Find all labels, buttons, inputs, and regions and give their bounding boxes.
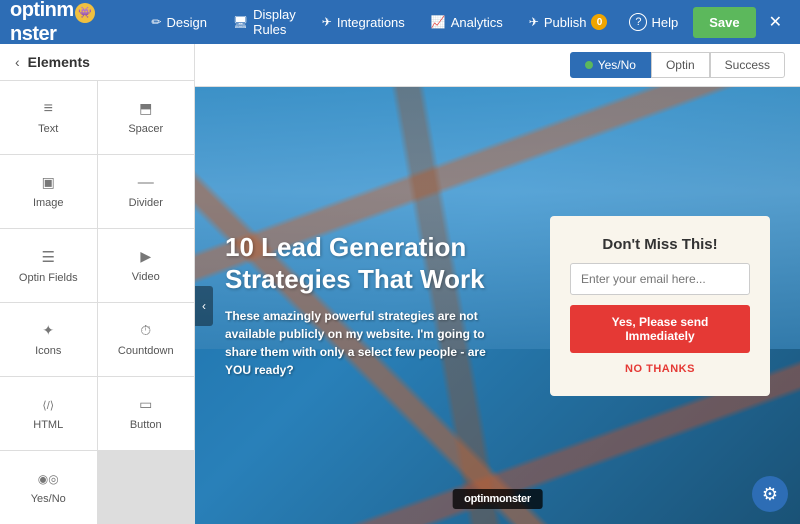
optin-submit-button[interactable]: Yes, Please send Immediately	[570, 305, 750, 353]
sidebar-header: ‹ Elements	[0, 44, 194, 81]
tab-yes-no-label: Yes/No	[598, 58, 636, 72]
nav-display-rules[interactable]: 🖥 Display Rules	[221, 1, 308, 43]
image-label: Image	[33, 197, 64, 209]
element-icons[interactable]: Icons	[0, 303, 97, 376]
text-label: Text	[38, 123, 58, 135]
tab-success[interactable]: Success	[710, 52, 785, 78]
logo-text: optinm👾nster	[10, 0, 129, 46]
element-yes-no[interactable]: Yes/No	[0, 451, 97, 524]
element-countdown[interactable]: Countdown	[98, 303, 195, 376]
tab-success-label: Success	[725, 58, 770, 72]
help-wheel-button[interactable]: ⚙	[752, 476, 788, 512]
help-button[interactable]: ? Help	[619, 7, 688, 37]
publish-icon: ✈	[529, 15, 539, 29]
spacer-label: Spacer	[128, 123, 163, 135]
element-optin-fields[interactable]: Optin Fields	[0, 229, 97, 302]
nav-items: ✏ Design 🖥 Display Rules ✈ Integrations …	[139, 1, 619, 43]
tab-yes-no[interactable]: Yes/No	[570, 52, 651, 78]
nav-display-rules-label: Display Rules	[253, 7, 296, 37]
optin-no-thanks[interactable]: NO THANKS	[625, 363, 695, 375]
element-html[interactable]: HTML	[0, 377, 97, 450]
main-layout: ‹ Elements Text Spacer Image Divider	[0, 44, 800, 524]
steering-wheel-icon: ⚙	[762, 484, 778, 505]
analytics-icon: 📈	[431, 15, 446, 29]
close-button[interactable]: ✕	[761, 6, 790, 38]
nav-integrations-label: Integrations	[337, 15, 405, 30]
optin-box: Don't Miss This! Yes, Please send Immedi…	[550, 216, 770, 396]
countdown-icon	[140, 322, 151, 340]
element-button[interactable]: Button	[98, 377, 195, 450]
tab-active-indicator	[585, 61, 593, 69]
divider-label: Divider	[129, 197, 163, 209]
nav-integrations[interactable]: ✈ Integrations	[310, 9, 417, 36]
nav-design[interactable]: ✏ Design	[139, 9, 219, 36]
optin-email-input[interactable]	[570, 263, 750, 295]
nav-analytics-label: Analytics	[451, 15, 503, 30]
element-video[interactable]: Video	[98, 229, 195, 302]
sidebar-title: Elements	[28, 54, 90, 70]
logo-icon: 👾	[75, 3, 95, 23]
optin-title: Don't Miss This!	[602, 236, 717, 253]
help-label: Help	[651, 15, 678, 30]
html-icon	[42, 396, 54, 414]
icons-label: Icons	[35, 345, 61, 357]
nav-analytics[interactable]: 📈 Analytics	[419, 9, 515, 36]
canvas-tabs: Yes/No Optin Success	[195, 44, 800, 87]
yes-no-icon	[38, 470, 59, 488]
canvas-inner: 10 Lead Generation Strategies That Work …	[195, 87, 800, 524]
canvas-headline: 10 Lead Generation Strategies That Work	[225, 232, 530, 294]
canvas-subtext: These amazingly powerful strategies are …	[225, 307, 505, 379]
spacer-icon	[139, 100, 152, 118]
element-divider[interactable]: Divider	[98, 155, 195, 228]
html-label: HTML	[33, 419, 63, 431]
top-navigation: optinm👾nster ✏ Design 🖥 Display Rules ✈ …	[0, 0, 800, 44]
tab-optin-label: Optin	[666, 58, 695, 72]
logo: optinm👾nster	[10, 0, 129, 46]
countdown-label: Countdown	[118, 345, 174, 357]
canvas-area: Yes/No Optin Success ‹ 10 Lead Generatio…	[195, 44, 800, 524]
display-rules-icon: 🖥	[233, 15, 248, 29]
canvas-bottom-logo: optinmonster	[452, 489, 543, 509]
button-label: Button	[130, 419, 162, 431]
video-label: Video	[132, 271, 160, 283]
save-button[interactable]: Save	[693, 7, 755, 38]
element-image[interactable]: Image	[0, 155, 97, 228]
bottom-logo-text: optinmonster	[464, 493, 531, 505]
publish-label: Publish	[544, 15, 587, 30]
nav-design-label: Design	[166, 15, 206, 30]
nav-publish[interactable]: ✈ Publish 0	[517, 8, 620, 36]
publish-badge: 0	[591, 14, 607, 30]
integrations-icon: ✈	[322, 15, 332, 29]
icons-icon	[42, 322, 54, 340]
element-text[interactable]: Text	[0, 81, 97, 154]
sidebar-back-button[interactable]: ‹	[15, 54, 20, 70]
design-icon: ✏	[151, 15, 161, 29]
nav-right: ? Help Save ✕	[619, 6, 790, 38]
help-question-icon: ?	[629, 13, 647, 31]
button-icon	[139, 396, 152, 414]
optin-fields-label: Optin Fields	[19, 272, 78, 284]
tab-optin[interactable]: Optin	[651, 52, 710, 78]
optin-fields-icon	[42, 248, 55, 267]
divider-icon	[138, 174, 154, 192]
element-spacer[interactable]: Spacer	[98, 81, 195, 154]
canvas-content: ‹ 10 Lead Generation Strategies That Wor…	[195, 87, 800, 524]
elements-grid: Text Spacer Image Divider Optin Fields V…	[0, 81, 194, 524]
text-icon	[44, 100, 53, 118]
canvas-left: 10 Lead Generation Strategies That Work …	[225, 232, 530, 378]
video-icon	[140, 248, 151, 266]
image-icon	[42, 174, 55, 192]
sidebar: ‹ Elements Text Spacer Image Divider	[0, 44, 195, 524]
collapse-sidebar-button[interactable]: ‹	[195, 286, 213, 326]
yes-no-label: Yes/No	[31, 493, 66, 505]
